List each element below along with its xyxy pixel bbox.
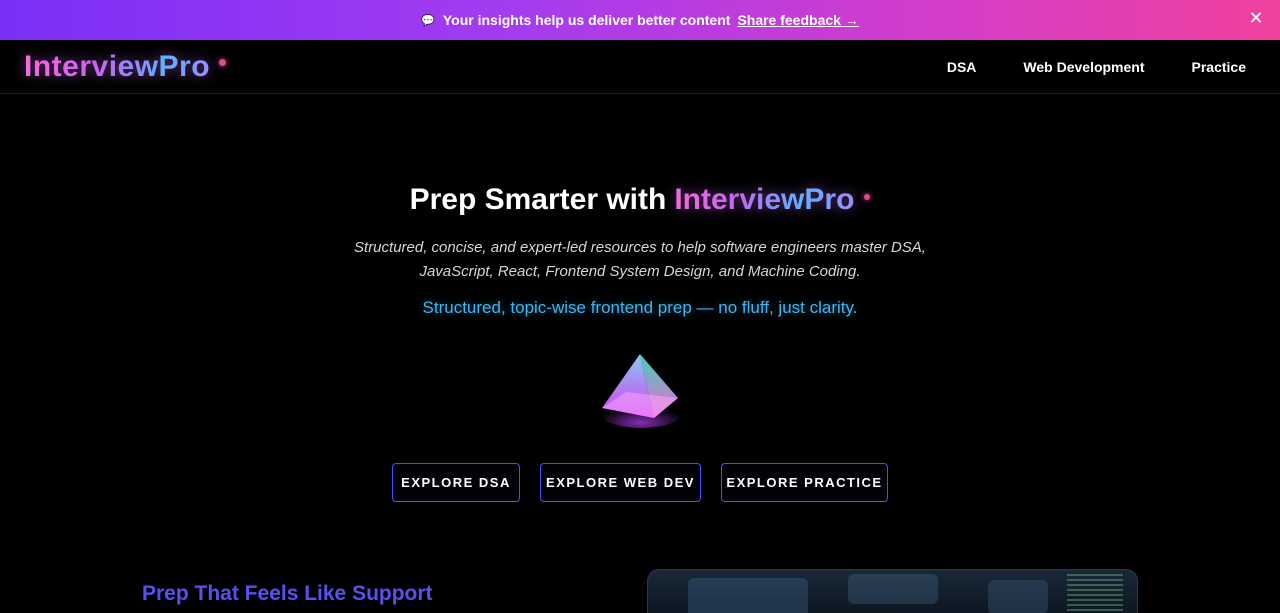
image-region (688, 578, 808, 613)
hero-title-prefix: Prep Smarter with (409, 183, 667, 216)
speech-bubble-icon: 💬 (421, 14, 435, 27)
image-region (988, 580, 1048, 613)
feedback-banner: 💬 Your insights help us deliver better c… (0, 0, 1280, 40)
top-nav: InterviewPro DSA Web Development Practic… (0, 40, 1280, 94)
section-title: Prep That Feels Like Support (142, 582, 433, 605)
logo-text: InterviewPro (24, 50, 211, 83)
hero-image (647, 569, 1138, 613)
explore-practice-button[interactable]: EXPLORE PRACTICE (721, 463, 888, 502)
nav-links: DSA Web Development Practice (900, 40, 1246, 94)
image-code-lines (1067, 574, 1123, 613)
banner-message: Your insights help us deliver better con… (442, 12, 731, 28)
logo-dot (219, 58, 227, 66)
explore-dsa-button[interactable]: EXPLORE DSA (392, 463, 520, 502)
nav-link-dsa[interactable]: DSA (947, 59, 977, 75)
close-icon[interactable]: ✕ (1246, 9, 1266, 29)
hero-tagline: Structured, topic-wise frontend prep — n… (422, 298, 858, 317)
hero-title: Prep Smarter with InterviewPro (0, 183, 1280, 217)
pyramid-icon (601, 354, 681, 428)
image-region (848, 574, 938, 604)
nav-link-web-development[interactable]: Web Development (1023, 59, 1144, 75)
hero-subtitle: Structured, concise, and expert-led reso… (354, 239, 926, 280)
hero-title-brand: InterviewPro (674, 183, 855, 216)
share-feedback-link[interactable]: Share feedback → (737, 12, 858, 28)
explore-web-dev-button[interactable]: EXPLORE WEB DEV (540, 463, 701, 502)
hero-title-dot (864, 194, 871, 200)
logo[interactable]: InterviewPro (24, 49, 227, 85)
nav-link-practice[interactable]: Practice (1192, 59, 1246, 75)
